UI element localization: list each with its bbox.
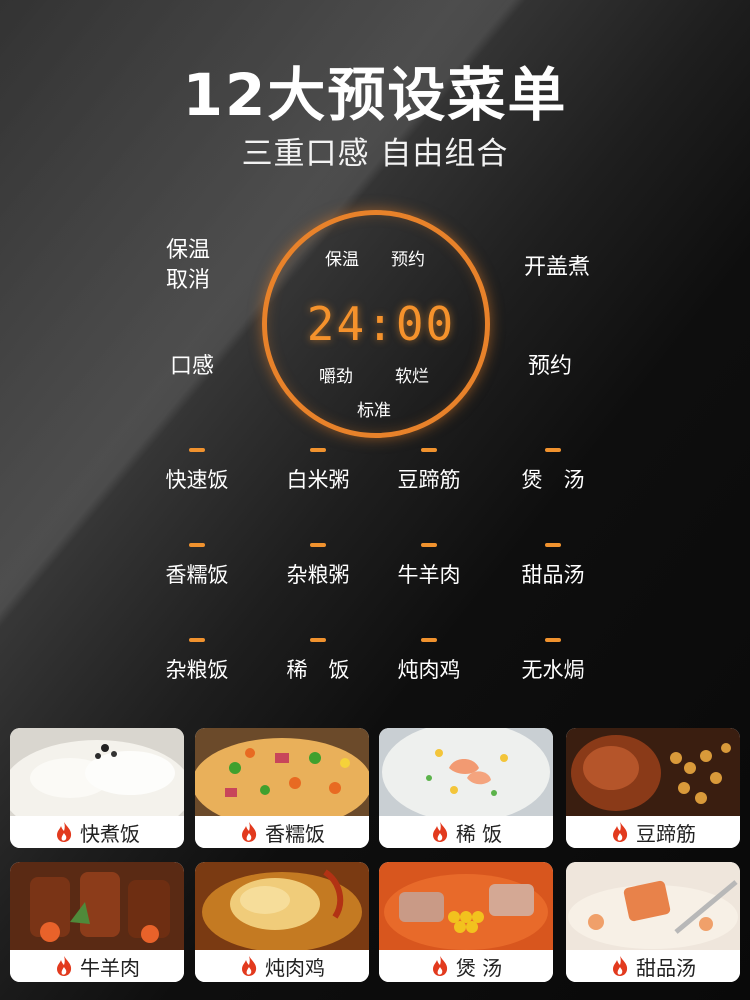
warm-cancel-label-line2: 取消	[166, 268, 211, 293]
card-label: 快煮饭	[80, 821, 140, 846]
food-card-stewed-chicken: 炖肉鸡	[195, 862, 369, 982]
card-label: 豆蹄筋	[636, 821, 696, 846]
menu-indicator-light	[189, 448, 205, 452]
card-label: 牛羊肉	[80, 955, 140, 980]
food-card-quick-rice: 快煮饭	[10, 728, 184, 848]
flame-icon	[613, 956, 628, 976]
photo-braised-trotter	[566, 728, 740, 816]
menu-white-porridge[interactable]: 白米粥	[258, 448, 378, 494]
card-label-bar: 豆蹄筋	[566, 816, 740, 848]
menu-indicator-light	[310, 638, 326, 642]
card-label-bar: 香糯饭	[195, 816, 369, 848]
promo-page: 12大预设菜单 三重口感 自由组合 保温 取消 口感 开盖煮 预约 保温 预约 …	[0, 0, 750, 1000]
menu-indicator-light	[545, 638, 561, 642]
menu-label: 杂粮粥	[286, 563, 350, 587]
menu-label: 稀 饭	[286, 658, 350, 682]
menu-indicator-light	[421, 543, 437, 547]
menu-label: 杂粮饭	[165, 658, 229, 682]
card-label: 香糯饭	[265, 821, 325, 846]
dial-soft-indicator: 软烂	[395, 367, 429, 387]
photo-taro-dessert	[566, 862, 740, 950]
menu-grain-rice[interactable]: 杂粮饭	[137, 638, 257, 684]
dial-chewy-indicator: 嚼劲	[319, 367, 353, 387]
card-label-bar: 煲 汤	[379, 950, 553, 982]
menu-stewed-chicken[interactable]: 炖肉鸡	[369, 638, 489, 684]
flame-icon	[613, 822, 628, 842]
food-card-congee: 稀 饭	[379, 728, 553, 848]
flame-icon	[242, 822, 257, 842]
photo-shrimp-congee	[379, 728, 553, 816]
menu-label: 牛羊肉	[397, 563, 461, 587]
food-card-soup: 煲 汤	[379, 862, 553, 982]
dial-schedule-indicator: 预约	[391, 250, 425, 270]
menu-quick-rice[interactable]: 快速饭	[137, 448, 257, 494]
menu-soup[interactable]: 煲 汤	[493, 448, 613, 494]
photo-fried-rice	[195, 728, 369, 816]
menu-indicator-light	[421, 448, 437, 452]
dial-standard-indicator: 标准	[357, 401, 391, 421]
open-lid-cook-button[interactable]: 开盖煮	[524, 253, 590, 283]
menu-indicator-light	[421, 638, 437, 642]
menu-label: 白米粥	[286, 468, 350, 492]
flame-icon	[242, 956, 257, 976]
food-card-beef-mutton: 牛羊肉	[10, 862, 184, 982]
texture-button[interactable]: 口感	[170, 352, 214, 382]
menu-waterless-bake[interactable]: 无水焗	[493, 638, 613, 684]
photo-white-rice	[10, 728, 184, 816]
menu-indicator-light	[189, 543, 205, 547]
menu-label: 快速饭	[165, 468, 229, 492]
flame-icon	[432, 822, 447, 842]
photo-stewed-chicken	[195, 862, 369, 950]
warm-cancel-label-line1: 保温	[166, 238, 211, 263]
menu-label: 香糯饭	[165, 563, 229, 587]
food-card-dessert-soup: 甜品汤	[566, 862, 740, 982]
flame-icon	[432, 956, 447, 976]
warm-cancel-button[interactable]: 保温 取消	[166, 236, 210, 296]
menu-dessert-soup[interactable]: 甜品汤	[493, 543, 613, 589]
dial-warm-indicator: 保温	[325, 250, 359, 270]
flame-icon	[57, 822, 72, 842]
menu-indicator-light	[545, 543, 561, 547]
menu-congee[interactable]: 稀 饭	[258, 638, 378, 684]
time-display: 24:00	[306, 297, 456, 351]
card-label-bar: 牛羊肉	[10, 950, 184, 982]
card-label: 甜品汤	[636, 955, 696, 980]
menu-label: 甜品汤	[521, 563, 585, 587]
food-card-trotter: 豆蹄筋	[566, 728, 740, 848]
card-label: 煲 汤	[455, 955, 503, 980]
menu-sticky-rice[interactable]: 香糯饭	[137, 543, 257, 589]
card-label: 稀 饭	[455, 821, 503, 846]
card-label-bar: 快煮饭	[10, 816, 184, 848]
menu-trotter-tendon[interactable]: 豆蹄筋	[369, 448, 489, 494]
flame-icon	[57, 956, 72, 976]
control-panel: 保温 取消 口感 开盖煮 预约 保温 预约 24:00 嚼劲 软烂 标准 快速饭…	[0, 0, 750, 715]
card-label-bar: 炖肉鸡	[195, 950, 369, 982]
display-dial: 保温 预约 24:00 嚼劲 软烂 标准	[262, 210, 490, 438]
menu-indicator-light	[545, 448, 561, 452]
menu-indicator-light	[310, 448, 326, 452]
menu-label: 无水焗	[521, 658, 585, 682]
schedule-button[interactable]: 预约	[528, 352, 572, 382]
menu-indicator-light	[310, 543, 326, 547]
card-label-bar: 甜品汤	[566, 950, 740, 982]
menu-indicator-light	[189, 638, 205, 642]
menu-label: 豆蹄筋	[397, 468, 461, 492]
menu-beef-mutton[interactable]: 牛羊肉	[369, 543, 489, 589]
menu-label: 煲 汤	[521, 468, 585, 492]
menu-label: 炖肉鸡	[397, 658, 461, 682]
food-card-sticky-rice: 香糯饭	[195, 728, 369, 848]
menu-grain-porridge[interactable]: 杂粮粥	[258, 543, 378, 589]
photo-braised-ribs	[10, 862, 184, 950]
photo-corn-rib-soup	[379, 862, 553, 950]
card-label: 炖肉鸡	[265, 955, 325, 980]
card-label-bar: 稀 饭	[379, 816, 553, 848]
